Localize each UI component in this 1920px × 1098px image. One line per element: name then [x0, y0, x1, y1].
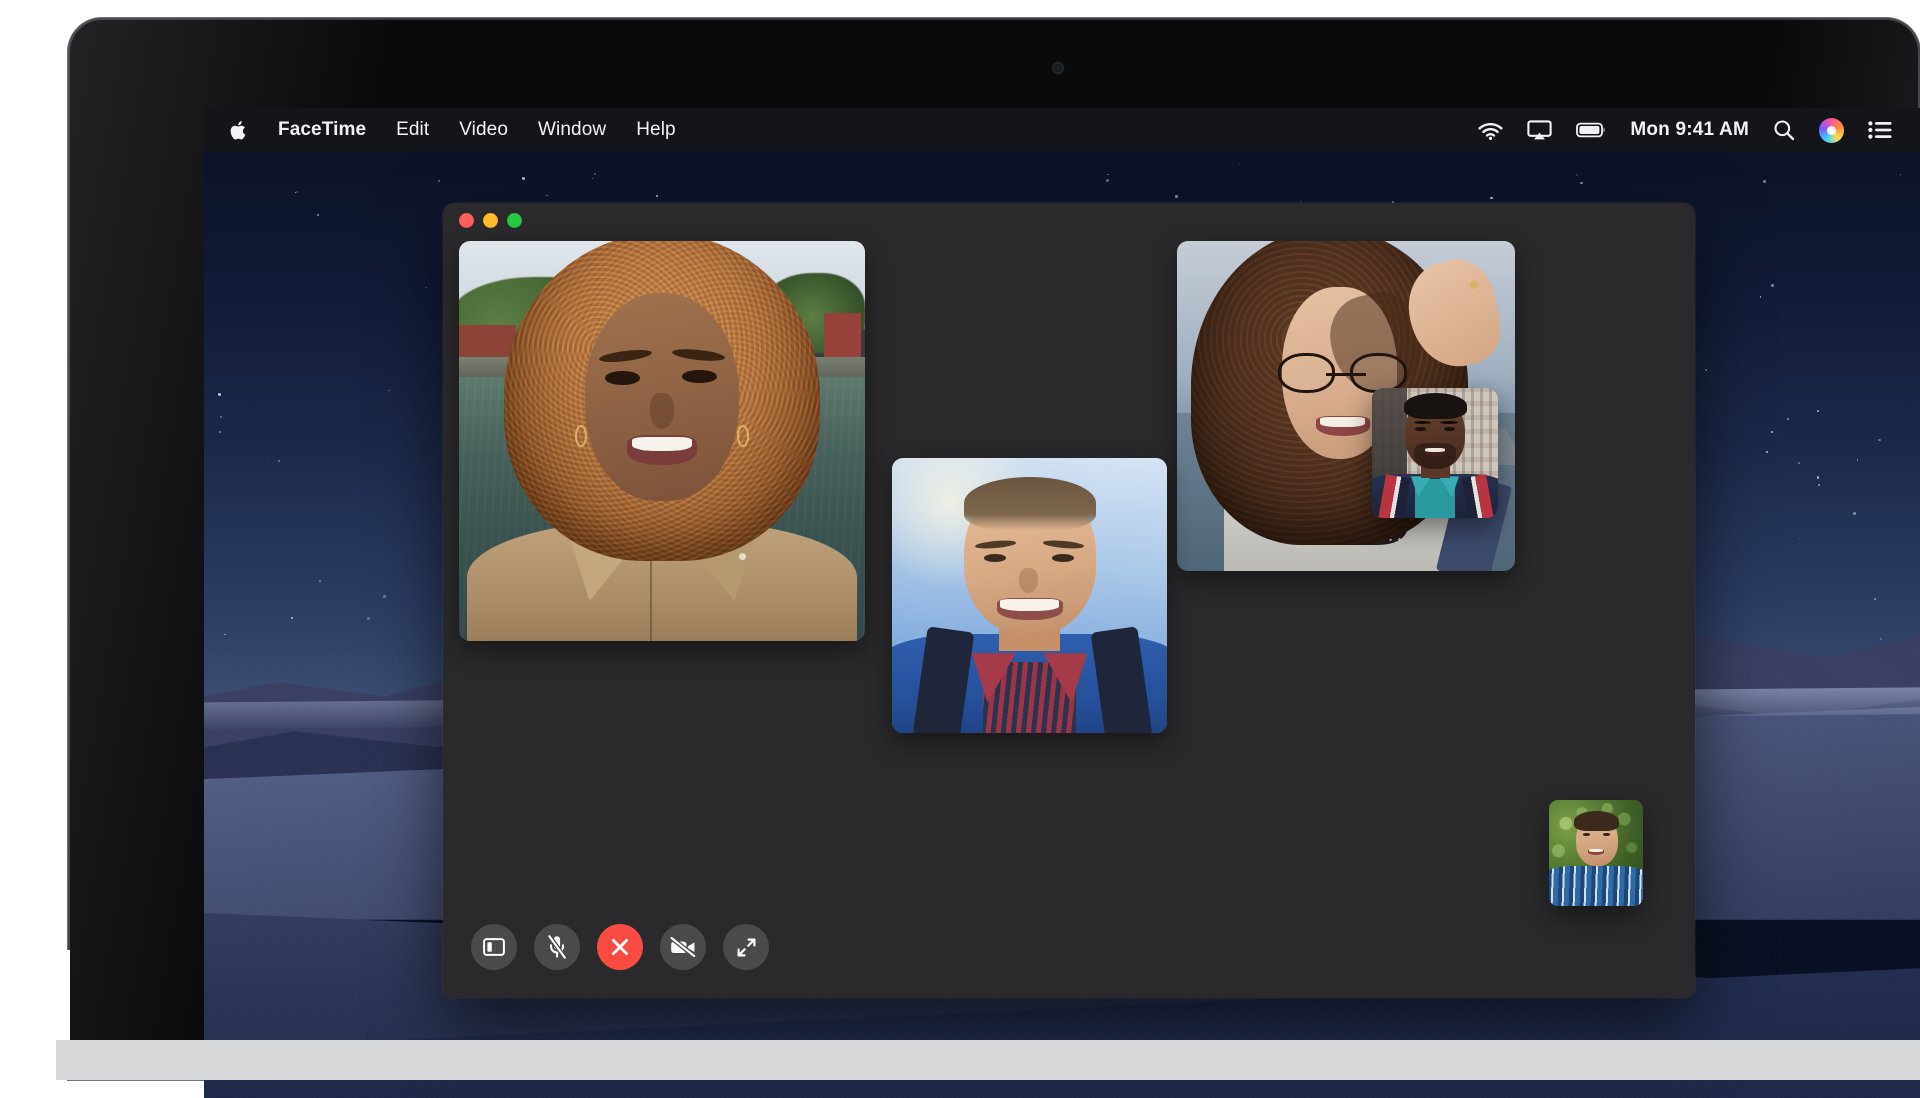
- star-dot: [220, 416, 222, 418]
- wifi-icon[interactable]: [1478, 121, 1503, 140]
- self-view-video: [1549, 800, 1643, 906]
- facetime-camera-icon: [1052, 62, 1064, 74]
- star-dot: [1900, 174, 1901, 175]
- close-x-icon: [610, 937, 630, 957]
- menu-item-edit[interactable]: Edit: [396, 119, 429, 141]
- star-dot: [388, 390, 390, 392]
- laptop-screen: FaceTime Edit Video Window Help: [204, 108, 1920, 1098]
- menu-item-facetime[interactable]: FaceTime: [278, 119, 366, 141]
- menu-item-window[interactable]: Window: [538, 119, 606, 141]
- star-dot: [656, 195, 658, 197]
- participant-tile-3[interactable]: [892, 458, 1167, 733]
- star-dot: [522, 177, 525, 180]
- fullscreen-toggle-button[interactable]: [723, 924, 769, 970]
- menu-item-help[interactable]: Help: [636, 119, 675, 141]
- star-dot: [224, 634, 225, 635]
- close-window-button[interactable]: [459, 213, 474, 228]
- menu-bar: FaceTime Edit Video Window Help: [204, 108, 1920, 152]
- star-dot: [367, 617, 370, 620]
- control-center-icon[interactable]: [1868, 121, 1892, 139]
- airplay-icon[interactable]: [1527, 120, 1552, 140]
- sidebar-icon: [483, 938, 505, 956]
- video-toggle-button[interactable]: [660, 924, 706, 970]
- facetime-window[interactable]: [443, 203, 1695, 998]
- star-dot: [1766, 451, 1768, 453]
- star-dot: [1107, 174, 1108, 175]
- star-dot: [1799, 538, 1800, 539]
- window-traffic-lights: [459, 213, 522, 228]
- participant-4-video: [1372, 388, 1498, 518]
- window-titlebar[interactable]: [443, 203, 1695, 237]
- participant-1-video: [459, 241, 865, 641]
- participant-3-video: [892, 458, 1167, 733]
- star-dot: [1874, 598, 1876, 600]
- camera-lens: [1055, 65, 1061, 71]
- microphone-muted-icon: [547, 935, 567, 959]
- call-controls-bar: [471, 924, 769, 970]
- minimize-window-button[interactable]: [483, 213, 498, 228]
- star-dot: [1817, 476, 1819, 478]
- star-dot: [218, 393, 220, 395]
- laptop-base-edge: [56, 1040, 1920, 1080]
- search-icon[interactable]: [1773, 119, 1795, 141]
- menu-bar-status-area: Mon 9:41 AM: [1478, 118, 1920, 143]
- mute-toggle-button[interactable]: [534, 924, 580, 970]
- star-dot: [1771, 284, 1774, 287]
- star-dot: [1880, 638, 1882, 640]
- zoom-window-button[interactable]: [507, 213, 522, 228]
- video-camera-muted-icon: [670, 937, 696, 957]
- self-view-tile[interactable]: [1549, 800, 1643, 906]
- battery-icon[interactable]: [1576, 122, 1606, 138]
- expand-arrows-icon: [736, 937, 757, 958]
- menu-bar-clock[interactable]: Mon 9:41 AM: [1630, 119, 1749, 141]
- menu-bar-left: FaceTime Edit Video Window Help: [204, 119, 676, 142]
- laptop-device: FaceTime Edit Video Window Help: [68, 18, 1920, 1080]
- apple-logo-icon[interactable]: [229, 119, 248, 142]
- participant-tile-4[interactable]: [1372, 388, 1498, 518]
- siri-icon[interactable]: [1819, 118, 1844, 143]
- star-dot: [1175, 195, 1178, 198]
- star-dot: [1106, 179, 1109, 182]
- star-dot: [546, 195, 548, 197]
- star-dot: [1853, 512, 1856, 515]
- sidebar-toggle-button[interactable]: [471, 924, 517, 970]
- participant-tile-1[interactable]: [459, 241, 865, 641]
- star-dot: [317, 214, 319, 216]
- menu-item-video[interactable]: Video: [459, 119, 508, 141]
- star-dot: [1798, 462, 1800, 464]
- end-call-button[interactable]: [597, 924, 643, 970]
- star-dot: [383, 595, 386, 598]
